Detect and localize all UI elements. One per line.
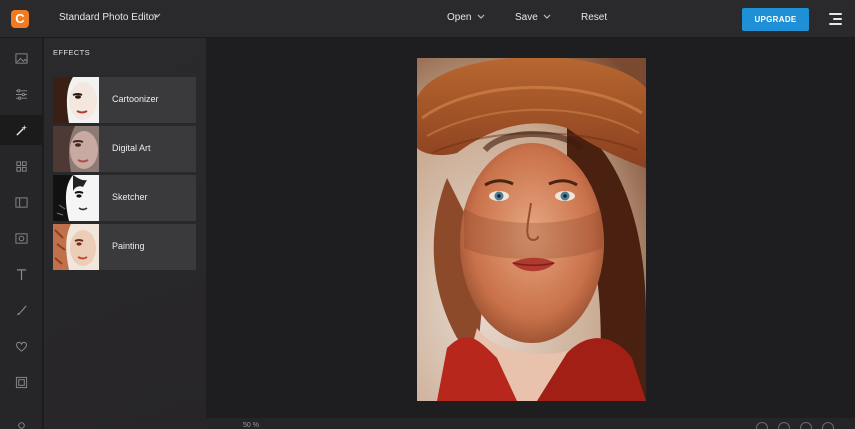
- reset-button[interactable]: Reset: [581, 12, 607, 23]
- effect-thumbnail: [53, 77, 99, 123]
- image-icon[interactable]: [0, 43, 43, 73]
- adjust-icon[interactable]: [0, 79, 43, 109]
- effect-label: Digital Art: [112, 143, 151, 153]
- heart-icon[interactable]: [0, 331, 43, 361]
- effect-label: Cartoonizer: [112, 94, 159, 104]
- chevron-down-icon[interactable]: [153, 13, 161, 19]
- photo-canvas[interactable]: [417, 58, 646, 401]
- effect-thumbnail: [53, 175, 99, 221]
- brush-icon[interactable]: [0, 295, 43, 325]
- effects-wand-icon[interactable]: [0, 115, 43, 145]
- frame-icon[interactable]: [0, 367, 43, 397]
- camera-frame-icon[interactable]: [0, 223, 43, 253]
- compare-icon[interactable]: [822, 422, 834, 429]
- layout-icon[interactable]: [0, 187, 43, 217]
- open-menu[interactable]: Open: [447, 12, 471, 23]
- hamburger-menu-icon[interactable]: [829, 13, 842, 25]
- app-logo[interactable]: C: [11, 10, 29, 28]
- save-menu[interactable]: Save: [515, 12, 538, 23]
- text-icon[interactable]: [0, 259, 43, 289]
- upgrade-button[interactable]: UPGRADE: [742, 8, 809, 31]
- tool-rail: [0, 38, 43, 429]
- top-bar: C Standard Photo Editor Open Save Reset …: [0, 0, 855, 38]
- undo-icon[interactable]: [756, 422, 768, 429]
- zoom-level[interactable]: 50 %: [243, 422, 259, 429]
- app-title[interactable]: Standard Photo Editor: [59, 12, 157, 23]
- effect-digital-art[interactable]: Digital Art: [53, 126, 196, 172]
- effect-painting[interactable]: Painting: [53, 224, 196, 270]
- effect-thumbnail: [53, 224, 99, 270]
- history-icon[interactable]: [800, 422, 812, 429]
- more-icon[interactable]: [0, 410, 43, 429]
- effects-panel: EFFECTS Cartoonizer Digital Art Sketcher…: [44, 38, 206, 429]
- effect-label: Sketcher: [112, 192, 148, 202]
- effect-thumbnail: [53, 126, 99, 172]
- panel-title: EFFECTS: [53, 48, 90, 57]
- bottom-bar: 50 %: [206, 418, 855, 429]
- redo-icon[interactable]: [778, 422, 790, 429]
- grid-icon[interactable]: [0, 151, 43, 181]
- chevron-down-icon[interactable]: [477, 14, 485, 20]
- effect-cartoonizer[interactable]: Cartoonizer: [53, 77, 196, 123]
- chevron-down-icon[interactable]: [543, 14, 551, 20]
- effect-sketcher[interactable]: Sketcher: [53, 175, 196, 221]
- effect-label: Painting: [112, 241, 145, 251]
